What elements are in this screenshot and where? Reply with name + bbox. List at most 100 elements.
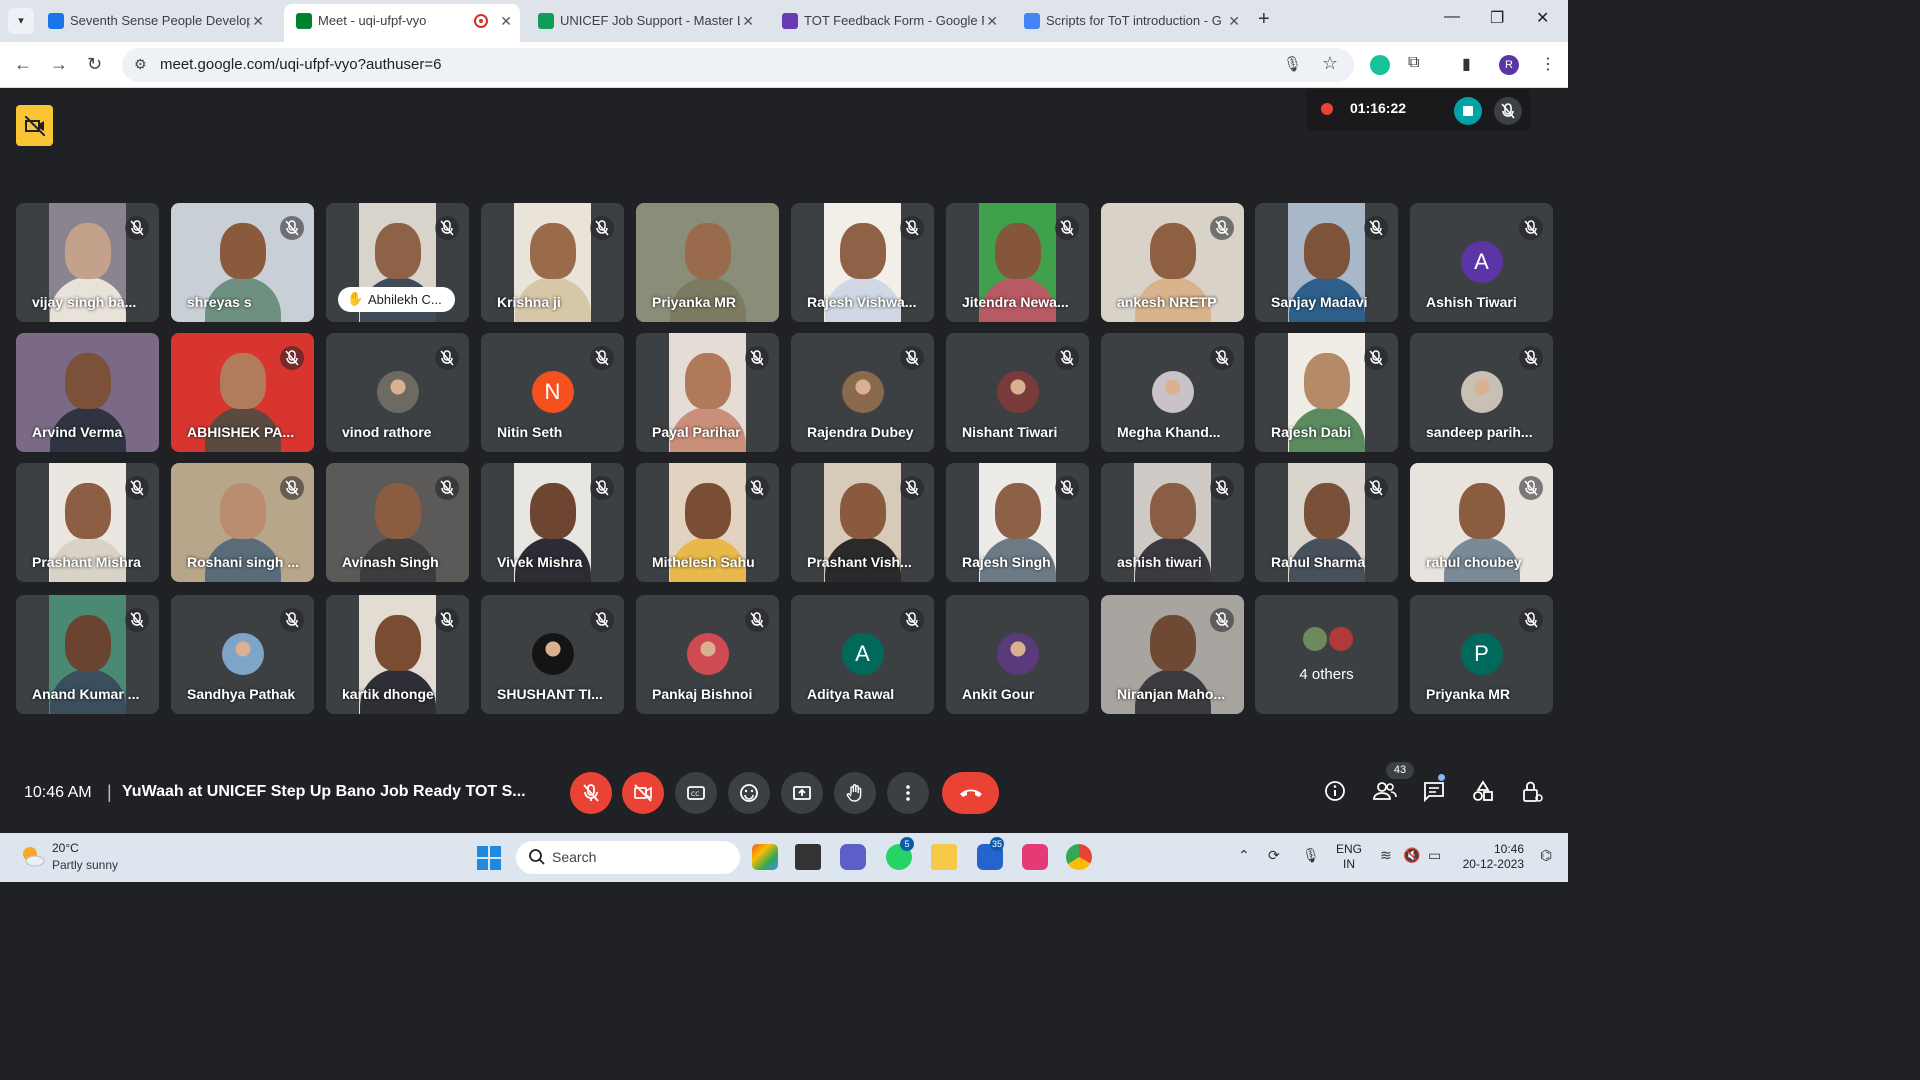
minimize-button[interactable]: — — [1444, 8, 1460, 26]
host-controls-icon[interactable] — [1521, 780, 1543, 809]
reload-button[interactable]: ↻ — [87, 54, 102, 75]
browser-tab[interactable]: TOT Feedback Form - Google F ✕ — [770, 6, 1006, 36]
participant-tile[interactable]: ✋ Abhilekh C... — [326, 203, 469, 322]
windows-start-icon[interactable] — [477, 846, 501, 870]
participant-tile[interactable]: Avinash Singh — [326, 463, 469, 582]
battery-icon[interactable]: ▭ — [1428, 847, 1441, 864]
reactions-button[interactable] — [728, 772, 770, 814]
participant-tile[interactable]: ashish tiwari — [1101, 463, 1244, 582]
tab-search-dropdown[interactable]: ▾ — [8, 8, 34, 34]
url-text[interactable]: meet.google.com/uqi-ufpf-vyo?authuser=6 — [160, 56, 441, 73]
participant-tile[interactable]: Rajesh Singh — [946, 463, 1089, 582]
site-info-icon[interactable]: ⚙ — [134, 56, 147, 73]
language-indicator[interactable]: ENG IN — [1336, 842, 1362, 872]
address-bar[interactable]: ⚙ meet.google.com/uqi-ufpf-vyo?authuser=… — [122, 48, 1354, 82]
temperature[interactable]: 20°C — [52, 841, 79, 855]
chat-icon[interactable] — [1423, 780, 1445, 807]
chrome-app-icon[interactable] — [1066, 844, 1092, 870]
raise-hand-button[interactable] — [834, 772, 876, 814]
meet-info-icon[interactable] — [16, 105, 53, 146]
new-tab-button[interactable]: + — [1258, 8, 1270, 31]
meeting-details-icon[interactable] — [1324, 780, 1346, 807]
recording-mic-off-icon[interactable] — [1494, 97, 1522, 125]
browser-tab[interactable]: UNICEF Job Support - Master Li ✕ — [526, 6, 762, 36]
participant-tile[interactable]: Rajendra Dubey — [791, 333, 934, 452]
participant-tile[interactable]: Nishant Tiwari — [946, 333, 1089, 452]
participant-tile[interactable]: Megha Khand... — [1101, 333, 1244, 452]
taskbar-search[interactable]: Search — [516, 841, 740, 874]
participant-tile[interactable]: Krishna ji — [481, 203, 624, 322]
mic-toggle-button[interactable] — [570, 772, 612, 814]
participant-tile[interactable]: Mithelesh Sahu — [636, 463, 779, 582]
participant-tile[interactable]: P Priyanka MR — [1410, 595, 1553, 714]
participant-tile[interactable]: Rajesh Dabi — [1255, 333, 1398, 452]
tab-close-icon[interactable]: ✕ — [742, 6, 754, 36]
notification-icon[interactable]: ⌬ — [1540, 847, 1552, 864]
file-explorer-icon[interactable] — [931, 844, 957, 870]
participant-tile[interactable]: shreyas s — [171, 203, 314, 322]
forward-button[interactable]: → — [50, 54, 68, 75]
bookmark-star-icon[interactable]: ☆ — [1322, 53, 1338, 74]
participant-tile[interactable]: 4 others — [1255, 595, 1398, 714]
profile-avatar[interactable]: R — [1499, 55, 1519, 75]
people-icon[interactable] — [1373, 780, 1397, 807]
participant-tile[interactable]: Jitendra Newa... — [946, 203, 1089, 322]
stop-recording-button[interactable] — [1454, 97, 1482, 125]
browser-tab[interactable]: Scripts for ToT introduction - G ✕ — [1012, 6, 1248, 36]
participant-tile[interactable]: Priyanka MR — [636, 203, 779, 322]
tray-mic-icon[interactable]: 🎙 — [1302, 847, 1320, 864]
restore-button[interactable]: ❐ — [1490, 8, 1504, 28]
captions-button[interactable]: CC — [675, 772, 717, 814]
mic-icon[interactable]: 🎙 — [1283, 55, 1302, 73]
participant-tile[interactable]: Rajesh Vishwa... — [791, 203, 934, 322]
participant-tile[interactable]: Pankaj Bishnoi — [636, 595, 779, 714]
more-options-button[interactable] — [887, 772, 929, 814]
back-button[interactable]: ← — [14, 54, 32, 75]
grammarly-extension-icon[interactable] — [1370, 55, 1390, 75]
participant-tile[interactable]: sandeep parih... — [1410, 333, 1553, 452]
speaker-muted-icon[interactable]: 🔇 — [1403, 847, 1420, 864]
task-view-icon[interactable] — [795, 844, 821, 870]
activities-icon[interactable] — [1472, 780, 1494, 807]
tab-close-icon[interactable]: ✕ — [252, 6, 264, 36]
participant-tile[interactable]: Sandhya Pathak — [171, 595, 314, 714]
participant-tile[interactable]: A Aditya Rawal — [791, 595, 934, 714]
participant-tile[interactable]: kartik dhonge — [326, 595, 469, 714]
participant-tile[interactable]: ankesh NRETP — [1101, 203, 1244, 322]
tray-expand-icon[interactable]: ⌃ — [1238, 847, 1250, 864]
present-screen-button[interactable] — [781, 772, 823, 814]
participant-tile[interactable]: A Ashish Tiwari — [1410, 203, 1553, 322]
tab-close-icon[interactable]: ✕ — [1228, 6, 1240, 36]
participant-tile[interactable]: Anand Kumar ... — [16, 595, 159, 714]
copilot-app-icon[interactable] — [752, 844, 778, 870]
participant-tile[interactable]: Prashant Vish... — [791, 463, 934, 582]
participant-tile[interactable]: ABHISHEK PA... — [171, 333, 314, 452]
browser-tab[interactable]: Seventh Sense People Develop ✕ — [36, 6, 272, 36]
system-clock[interactable]: 10:46 20-12-2023 — [1460, 842, 1524, 872]
extensions-icon[interactable]: ⧉ — [1408, 54, 1419, 72]
browser-tab[interactable]: Meet - uqi-ufpf-vyo ✕ — [284, 4, 520, 42]
office-app-icon[interactable] — [1022, 844, 1048, 870]
participant-tile[interactable]: Roshani singh ... — [171, 463, 314, 582]
teams-app-icon[interactable] — [840, 844, 866, 870]
participant-tile[interactable]: vijay singh ba... — [16, 203, 159, 322]
participant-tile[interactable]: Prashant Mishra — [16, 463, 159, 582]
menu-kebab-icon[interactable]: ⋮ — [1540, 54, 1556, 74]
participant-tile[interactable]: vinod rathore — [326, 333, 469, 452]
tab-close-icon[interactable]: ✕ — [986, 6, 998, 36]
participant-tile[interactable]: SHUSHANT TI... — [481, 595, 624, 714]
camera-toggle-button[interactable] — [622, 772, 664, 814]
wifi-icon[interactable]: ≋ — [1380, 847, 1392, 864]
side-panel-icon[interactable]: ▮ — [1462, 54, 1471, 74]
participant-tile[interactable]: Rahul Sharma — [1255, 463, 1398, 582]
participant-tile[interactable]: Sanjay Madavi — [1255, 203, 1398, 322]
weather-icon[interactable] — [20, 843, 46, 869]
weather-description[interactable]: Partly sunny — [52, 858, 118, 872]
participant-tile[interactable]: Arvind Verma — [16, 333, 159, 452]
participant-tile[interactable]: Ankit Gour — [946, 595, 1089, 714]
participant-tile[interactable]: rahul choubey — [1410, 463, 1553, 582]
participant-tile[interactable]: Vivek Mishra — [481, 463, 624, 582]
sync-icon[interactable]: ⟳ — [1268, 847, 1280, 864]
participant-tile[interactable]: Payal Parihar — [636, 333, 779, 452]
participant-tile[interactable]: N Nitin Seth — [481, 333, 624, 452]
